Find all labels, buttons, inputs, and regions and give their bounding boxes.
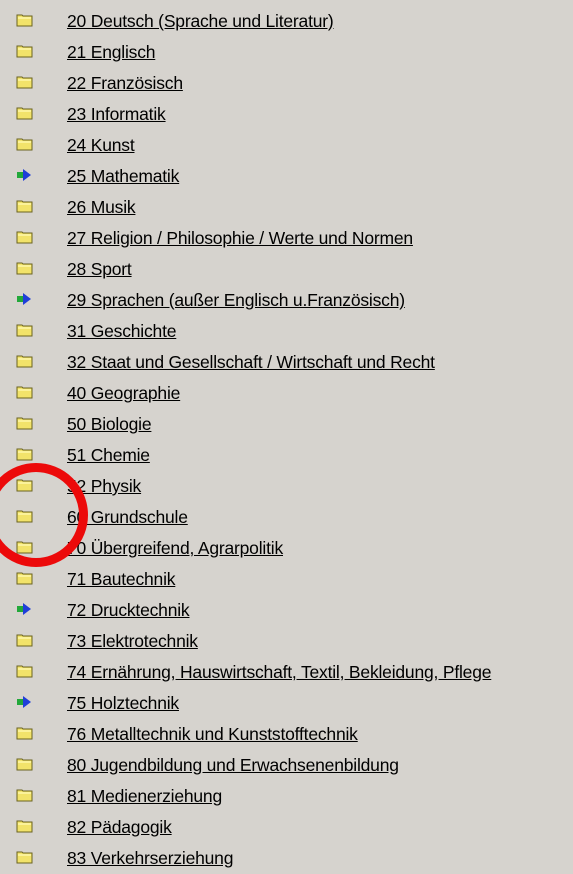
folder-icon[interactable] — [16, 850, 34, 864]
list-item-25-mathematik: 25 Mathematik — [0, 161, 573, 192]
list-item-71-bautechnik: 71 Bautechnik — [0, 564, 573, 595]
subject-link[interactable]: 70 Übergreifend, Agrarpolitik — [67, 538, 283, 558]
subject-link[interactable]: 71 Bautechnik — [67, 569, 176, 589]
subject-link[interactable]: 22 Französisch — [67, 73, 183, 93]
folder-icon[interactable] — [16, 509, 34, 523]
subject-link[interactable]: 72 Drucktechnik — [67, 600, 190, 620]
list-item-32-staat-und-gesellschaft-wirtschaft-und-recht: 32 Staat und Gesellschaft / Wirtschaft u… — [0, 347, 573, 378]
subject-link[interactable]: 51 Chemie — [67, 445, 150, 465]
folder-icon[interactable] — [16, 323, 34, 337]
subject-link[interactable]: 25 Mathematik — [67, 166, 179, 186]
folder-icon[interactable] — [16, 819, 34, 833]
arrow-right-icon[interactable] — [16, 602, 34, 616]
list-item-82-paedagogik: 82 Pädagogik — [0, 812, 573, 843]
subject-link[interactable]: 31 Geschichte — [67, 321, 176, 341]
list-item-76-metalltechnik-und-kunststofftechnik: 76 Metalltechnik und Kunststofftechnik — [0, 719, 573, 750]
folder-icon[interactable] — [16, 75, 34, 89]
folder-icon[interactable] — [16, 571, 34, 585]
list-item-80-jugendbildung-und-erwachsenenbildung: 80 Jugendbildung und Erwachsenenbildung — [0, 750, 573, 781]
subject-link[interactable]: 28 Sport — [67, 259, 132, 279]
folder-icon[interactable] — [16, 540, 34, 554]
folder-icon[interactable] — [16, 726, 34, 740]
folder-icon[interactable] — [16, 788, 34, 802]
folder-icon[interactable] — [16, 261, 34, 275]
subject-link[interactable]: 26 Musik — [67, 197, 136, 217]
list-item-74-ernaehrung-hauswirtschaft-textil-bekleidung-pflege: 74 Ernährung, Hauswirtschaft, Textil, Be… — [0, 657, 573, 688]
list-item-70-uebergreifend-agrarpolitik: 70 Übergreifend, Agrarpolitik — [0, 533, 573, 564]
subject-link[interactable]: 74 Ernährung, Hauswirtschaft, Textil, Be… — [67, 662, 491, 682]
list-item-72-drucktechnik: 72 Drucktechnik — [0, 595, 573, 626]
subject-link[interactable]: 60 Grundschule — [67, 507, 188, 527]
list-item-29-sprachen-ausser-englisch-u-franzoesisch: 29 Sprachen (außer Englisch u.Französisc… — [0, 285, 573, 316]
subject-link[interactable]: 73 Elektrotechnik — [67, 631, 198, 651]
list-item-23-informatik: 23 Informatik — [0, 99, 573, 130]
list-item-83-verkehrserziehung: 83 Verkehrserziehung — [0, 843, 573, 874]
subject-link[interactable]: 80 Jugendbildung und Erwachsenenbildung — [67, 755, 399, 775]
list-item-21-englisch: 21 Englisch — [0, 37, 573, 68]
folder-icon[interactable] — [16, 199, 34, 213]
folder-icon[interactable] — [16, 664, 34, 678]
subject-link[interactable]: 75 Holztechnik — [67, 693, 179, 713]
subject-link[interactable]: 83 Verkehrserziehung — [67, 848, 233, 868]
list-item-73-elektrotechnik: 73 Elektrotechnik — [0, 626, 573, 657]
folder-icon[interactable] — [16, 230, 34, 244]
list-item-50-biologie: 50 Biologie — [0, 409, 573, 440]
folder-icon[interactable] — [16, 44, 34, 58]
list-item-24-kunst: 24 Kunst — [0, 130, 573, 161]
arrow-right-icon[interactable] — [16, 292, 34, 306]
subject-link[interactable]: 50 Biologie — [67, 414, 152, 434]
list-item-22-franzoesisch: 22 Französisch — [0, 68, 573, 99]
folder-icon[interactable] — [16, 757, 34, 771]
folder-icon[interactable] — [16, 385, 34, 399]
subject-link[interactable]: 32 Staat und Gesellschaft / Wirtschaft u… — [67, 352, 435, 372]
subject-link[interactable]: 24 Kunst — [67, 135, 135, 155]
folder-icon[interactable] — [16, 478, 34, 492]
folder-icon[interactable] — [16, 13, 34, 27]
list-item-75-holztechnik: 75 Holztechnik — [0, 688, 573, 719]
subject-link[interactable]: 40 Geographie — [67, 383, 180, 403]
subject-link[interactable]: 76 Metalltechnik und Kunststofftechnik — [67, 724, 358, 744]
folder-icon[interactable] — [16, 106, 34, 120]
list-item-26-musik: 26 Musik — [0, 192, 573, 223]
folder-icon[interactable] — [16, 354, 34, 368]
list-item-51-chemie: 51 Chemie — [0, 440, 573, 471]
folder-icon[interactable] — [16, 416, 34, 430]
subject-link[interactable]: 23 Informatik — [67, 104, 166, 124]
subject-link[interactable]: 27 Religion / Philosophie / Werte und No… — [67, 228, 413, 248]
list-item-27-religion-philosophie-werte-und-normen: 27 Religion / Philosophie / Werte und No… — [0, 223, 573, 254]
list-item-60-grundschule: 60 Grundschule — [0, 502, 573, 533]
subject-link[interactable]: 21 Englisch — [67, 42, 155, 62]
subject-link[interactable]: 29 Sprachen (außer Englisch u.Französisc… — [67, 290, 405, 310]
subject-link[interactable]: 82 Pädagogik — [67, 817, 172, 837]
list-item-20-deutsch-sprache-und-literatur: 20 Deutsch (Sprache und Literatur) — [0, 6, 573, 37]
list-item-40-geographie: 40 Geographie — [0, 378, 573, 409]
list-item-81-medienerziehung: 81 Medienerziehung — [0, 781, 573, 812]
list-item-31-geschichte: 31 Geschichte — [0, 316, 573, 347]
folder-icon[interactable] — [16, 447, 34, 461]
arrow-right-icon[interactable] — [16, 168, 34, 182]
list-item-28-sport: 28 Sport — [0, 254, 573, 285]
arrow-right-icon[interactable] — [16, 695, 34, 709]
list-item-52-physik: 52 Physik — [0, 471, 573, 502]
subject-folder-list: 20 Deutsch (Sprache und Literatur) 21 Eng… — [0, 6, 573, 874]
subject-link[interactable]: 52 Physik — [67, 476, 141, 496]
subject-link[interactable]: 20 Deutsch (Sprache und Literatur) — [67, 11, 334, 31]
folder-icon[interactable] — [16, 137, 34, 151]
folder-icon[interactable] — [16, 633, 34, 647]
subject-link[interactable]: 81 Medienerziehung — [67, 786, 222, 806]
